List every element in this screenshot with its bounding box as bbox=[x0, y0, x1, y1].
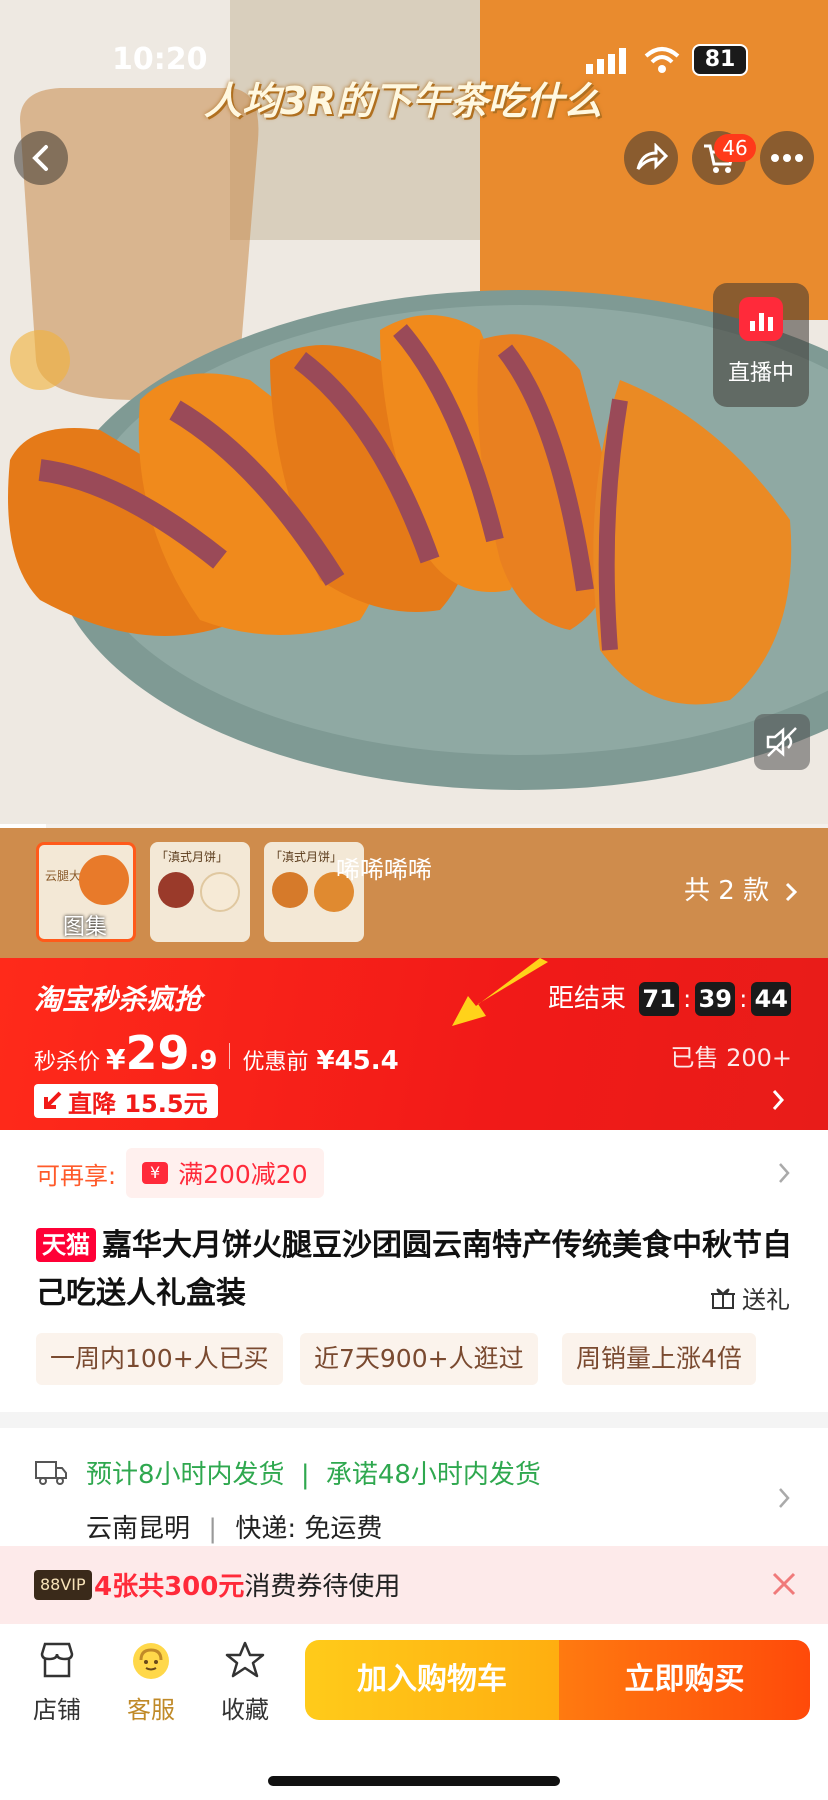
promo-label: 可再享: bbox=[36, 1161, 117, 1190]
star-icon bbox=[225, 1641, 265, 1678]
live-stream-icon bbox=[739, 297, 783, 341]
thumbnail-variant-1[interactable]: 「滇式月饼」 bbox=[150, 842, 250, 942]
sales-tag: 近7天900+人逛过 bbox=[300, 1333, 538, 1385]
close-icon bbox=[772, 1572, 796, 1596]
sales-tag: 周销量上涨4倍 bbox=[562, 1333, 756, 1385]
chevron-right-icon bbox=[772, 1090, 785, 1110]
arrow-pointer-icon bbox=[452, 958, 548, 1026]
chevron-right-icon bbox=[779, 1488, 790, 1508]
coupon-label: 满200减20 bbox=[178, 1160, 308, 1189]
chevron-left-icon bbox=[32, 145, 48, 171]
product-title: 嘉华大月饼火腿豆沙团圆云南特产传统美食中秋节自己吃送人礼盒装 bbox=[36, 1228, 792, 1311]
flash-sale-brand: 淘宝秒杀疯抢 bbox=[34, 983, 203, 1016]
vip-badge: 88VIP bbox=[34, 1570, 92, 1600]
thumbnail-gallery[interactable]: 云腿大饼系列 图集 bbox=[36, 842, 136, 942]
countdown-minutes: 39 bbox=[695, 982, 736, 1016]
chevron-right-icon bbox=[786, 882, 798, 901]
service-label: 客服 bbox=[127, 1696, 175, 1724]
product-hero-image[interactable]: 10:20 81 人均3R的下午茶吃什么 46 直播中 bbox=[0, 0, 828, 828]
sold-count: 已售 200+ bbox=[670, 1044, 792, 1072]
before-price: ¥45.4 bbox=[316, 1046, 399, 1076]
price-decimal: .9 bbox=[189, 1046, 218, 1076]
variant-count-label: 共 2 款 bbox=[684, 876, 770, 906]
shop-label: 店铺 bbox=[33, 1696, 81, 1724]
more-button[interactable] bbox=[760, 131, 814, 185]
wifi-icon bbox=[644, 46, 680, 74]
favorite-label: 收藏 bbox=[221, 1696, 269, 1724]
store-icon bbox=[40, 1642, 74, 1678]
variant-count-link[interactable]: 共 2 款 bbox=[684, 870, 799, 907]
live-label: 直播中 bbox=[727, 361, 794, 386]
ship-express: 快递: 免运费 bbox=[235, 1514, 383, 1544]
speaker-muted-icon bbox=[766, 727, 797, 757]
add-to-cart-label: 加入购物车 bbox=[357, 1662, 507, 1697]
tmall-badge: 天猫 bbox=[36, 1228, 96, 1262]
status-time: 10:20 bbox=[112, 42, 208, 77]
home-indicator bbox=[268, 1776, 560, 1786]
gift-label: 送礼 bbox=[742, 1286, 790, 1314]
countdown: 距结束 71:39:44 bbox=[548, 978, 792, 1016]
live-button[interactable]: 直播中 bbox=[713, 283, 809, 407]
delivery-truck-icon bbox=[35, 1461, 67, 1485]
buy-now-label: 立即购买 bbox=[624, 1662, 745, 1697]
ship-estimate: 预计8小时内发货 bbox=[86, 1460, 285, 1490]
gift-button[interactable]: 送礼 bbox=[702, 1280, 790, 1315]
more-icon bbox=[771, 154, 803, 162]
product-title-block: 天猫 嘉华大月饼火腿豆沙团圆云南特产传统美食中秋节自己吃送人礼盒装 bbox=[36, 1222, 796, 1318]
share-icon bbox=[636, 143, 668, 170]
before-price-label: 优惠前 bbox=[242, 1050, 309, 1075]
battery-level: 81 bbox=[704, 47, 736, 72]
price-label: 秒杀价 bbox=[34, 1050, 101, 1075]
price-drop-label: 直降 15.5元 bbox=[68, 1089, 208, 1118]
chevron-right-icon bbox=[779, 1163, 790, 1183]
battery-indicator: 81 bbox=[692, 44, 748, 76]
coupon-icon: ¥ bbox=[142, 1162, 169, 1184]
vip-coupon-bar[interactable]: 88VIP 4张共300元消费券待使用 bbox=[0, 1546, 828, 1624]
back-button[interactable] bbox=[14, 131, 68, 185]
vip-coupon-text: 消费券待使用 bbox=[244, 1572, 401, 1602]
customer-service-button[interactable]: 客服 bbox=[116, 1640, 186, 1725]
promo-row[interactable]: 可再享: ¥ 满200减20 bbox=[36, 1148, 324, 1198]
price-currency: ¥ bbox=[106, 1043, 126, 1076]
thumbnail-caption: 「滇式月饼」 bbox=[156, 850, 229, 864]
ship-origin: 云南昆明 bbox=[86, 1514, 191, 1544]
price-integer: 29 bbox=[125, 1026, 190, 1080]
countdown-hours: 71 bbox=[639, 982, 680, 1016]
coupon-tag: ¥ 满200减20 bbox=[126, 1148, 324, 1198]
variant-thumbnail-strip: 云腿大饼系列 图集 「滇式月饼」 「滇式月饼」 唏唏唏唏 共 2 款 bbox=[0, 828, 828, 958]
close-vip-bar-button[interactable] bbox=[766, 1566, 802, 1602]
customer-service-icon bbox=[133, 1643, 169, 1679]
price-row: 秒杀价 ¥ 29 .9 优惠前 ¥45.4 bbox=[34, 1026, 399, 1080]
video-caption: 人均3R的下午茶吃什么 bbox=[204, 79, 602, 123]
shipping-info-row[interactable]: 预计8小时内发货 | 承诺48小时内发货 云南昆明 | 快递: 免运费 bbox=[0, 1428, 828, 1546]
share-button[interactable] bbox=[624, 131, 678, 185]
vip-coupon-amount: 4张共300元 bbox=[94, 1572, 245, 1602]
price-drop-badge: 直降 15.5元 bbox=[34, 1084, 218, 1118]
ship-promise: 承诺48小时内发货 bbox=[325, 1460, 541, 1490]
countdown-seconds: 44 bbox=[751, 982, 792, 1016]
mute-button[interactable] bbox=[754, 714, 810, 770]
cart-badge: 46 bbox=[714, 134, 756, 162]
arrow-down-left-icon bbox=[44, 1091, 62, 1109]
countdown-label: 距结束 bbox=[548, 984, 627, 1014]
thumbnail-label: 图集 bbox=[63, 915, 108, 940]
favorite-button[interactable]: 收藏 bbox=[210, 1640, 280, 1725]
flash-sale-banner[interactable]: 淘宝秒杀疯抢 距结束 71:39:44 秒杀价 ¥ 29 .9 优惠前 ¥45.… bbox=[0, 958, 828, 1130]
buy-now-button[interactable]: 立即购买 bbox=[559, 1640, 810, 1720]
sales-tag: 一周内100+人已买 bbox=[36, 1333, 283, 1385]
overlay-text: 唏唏唏唏 bbox=[336, 856, 432, 884]
shop-button[interactable]: 店铺 bbox=[22, 1640, 92, 1725]
add-to-cart-button[interactable]: 加入购物车 bbox=[305, 1640, 559, 1720]
gift-icon bbox=[711, 1288, 735, 1309]
